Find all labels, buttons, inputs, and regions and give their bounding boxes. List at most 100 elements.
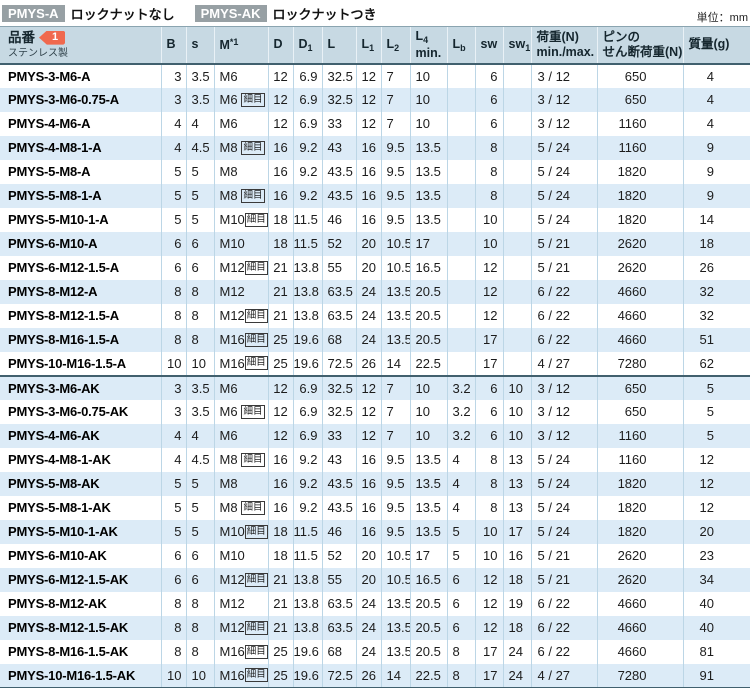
cell-B: 10 [161,352,186,376]
cell-part-number: PMYS-3-M6-AK [0,376,161,400]
cell-L4: 13.5 [410,520,447,544]
cell-sw: 6 [475,376,503,400]
cell-L2: 14 [381,352,410,376]
cell-shear: 2620 [597,544,683,568]
cell-D1: 6.9 [293,64,322,88]
cell-B: 5 [161,208,186,232]
cell-s: 10 [186,664,214,688]
cell-sw1 [503,112,531,136]
cell-sw: 10 [475,208,503,232]
cell-L1: 16 [356,184,381,208]
part-header-material: ステンレス製 [8,48,68,59]
cell-sw1: 13 [503,448,531,472]
cell-load: 6 / 22 [531,592,597,616]
cell-B: 5 [161,184,186,208]
cell-D: 16 [268,448,293,472]
cell-M: M10 [214,544,268,568]
cell-D: 12 [268,112,293,136]
cell-sw1 [503,88,531,112]
cell-Lb: 4 [447,496,475,520]
cell-M: M6細目 [214,400,268,424]
cell-L4: 22.5 [410,664,447,688]
fine-pitch-tag: 細目 [241,141,264,155]
table-row: PMYS-8-M16-1.5-A88M16細目2519.6682413.520.… [0,328,750,352]
cell-L: 32.5 [322,400,356,424]
table-row: PMYS-5-M8-1-AK55M8細目169.243.5169.513.548… [0,496,750,520]
cell-mass: 12 [683,496,750,520]
cell-M: M16細目 [214,352,268,376]
cell-load: 5 / 24 [531,160,597,184]
cell-Lb: 6 [447,616,475,640]
cell-L2: 7 [381,88,410,112]
cell-sw1: 10 [503,400,531,424]
spec-table: 品番 1 ステンレス製 BsM*1DD1LL1L2L4min.Lbswsw1荷重… [0,26,750,688]
series-badge-pmys-a: PMYS-A [2,5,65,22]
table-row: PMYS-6-M12-1.5-AK66M12細目2113.8552010.516… [0,568,750,592]
cell-L2: 7 [381,400,410,424]
cell-M: M8細目 [214,136,268,160]
cell-M: M12 [214,592,268,616]
cell-part-number: PMYS-8-M16-1.5-AK [0,640,161,664]
cell-L: 63.5 [322,280,356,304]
cell-part-number: PMYS-4-M8-1-AK [0,448,161,472]
cell-s: 5 [186,496,214,520]
cell-L2: 9.5 [381,496,410,520]
cell-D1: 13.8 [293,616,322,640]
cell-s: 8 [186,280,214,304]
catalog-spec-page: PMYS-A ロックナットなし PMYS-AK ロックナットつき 単位：mm 品… [0,0,750,688]
cell-mass: 4 [683,112,750,136]
cell-s: 8 [186,640,214,664]
cell-L1: 12 [356,64,381,88]
cell-D: 21 [268,592,293,616]
cell-L: 43.5 [322,472,356,496]
cell-L: 55 [322,256,356,280]
cell-L2: 9.5 [381,448,410,472]
table-row: PMYS-4-M8-1-A44.5M8細目169.243169.513.585 … [0,136,750,160]
cell-L1: 20 [356,232,381,256]
cell-mass: 12 [683,472,750,496]
cell-part-number: PMYS-5-M8-1-AK [0,496,161,520]
cell-B: 4 [161,424,186,448]
cell-M: M10細目 [214,208,268,232]
cell-L1: 12 [356,88,381,112]
cell-L1: 20 [356,256,381,280]
cell-sw: 12 [475,616,503,640]
cell-s: 3.5 [186,376,214,400]
cell-load: 5 / 21 [531,568,597,592]
cell-M: M12 [214,280,268,304]
cell-L2: 9.5 [381,520,410,544]
cell-L: 72.5 [322,352,356,376]
table-row: PMYS-4-M6-AK44M6126.933127103.26103 / 12… [0,424,750,448]
cell-L1: 24 [356,280,381,304]
cell-L: 43.5 [322,160,356,184]
cell-sw: 17 [475,664,503,688]
cell-M: M6 [214,424,268,448]
cell-D: 21 [268,280,293,304]
cell-L4: 17 [410,232,447,256]
cell-shear: 4660 [597,592,683,616]
cell-L: 52 [322,232,356,256]
col-header-sw: sw [475,27,503,64]
series-title-bar: PMYS-A ロックナットなし PMYS-AK ロックナットつき 単位：mm [0,0,750,26]
cell-D1: 13.8 [293,280,322,304]
cell-sw: 17 [475,640,503,664]
cell-L1: 16 [356,160,381,184]
col-header-M: M*1 [214,27,268,64]
cell-L4: 20.5 [410,328,447,352]
cell-sw1 [503,256,531,280]
cell-L1: 24 [356,616,381,640]
cell-L4: 13.5 [410,184,447,208]
cell-s: 4.5 [186,136,214,160]
cell-L1: 20 [356,568,381,592]
cell-D: 18 [268,208,293,232]
cell-sw1 [503,352,531,376]
cell-B: 4 [161,112,186,136]
cell-D: 18 [268,544,293,568]
cell-D: 16 [268,136,293,160]
cell-D1: 6.9 [293,376,322,400]
cell-Lb: 3.2 [447,424,475,448]
cell-L4: 10 [410,376,447,400]
cell-B: 8 [161,616,186,640]
cell-L2: 10.5 [381,232,410,256]
cell-sw1: 24 [503,640,531,664]
